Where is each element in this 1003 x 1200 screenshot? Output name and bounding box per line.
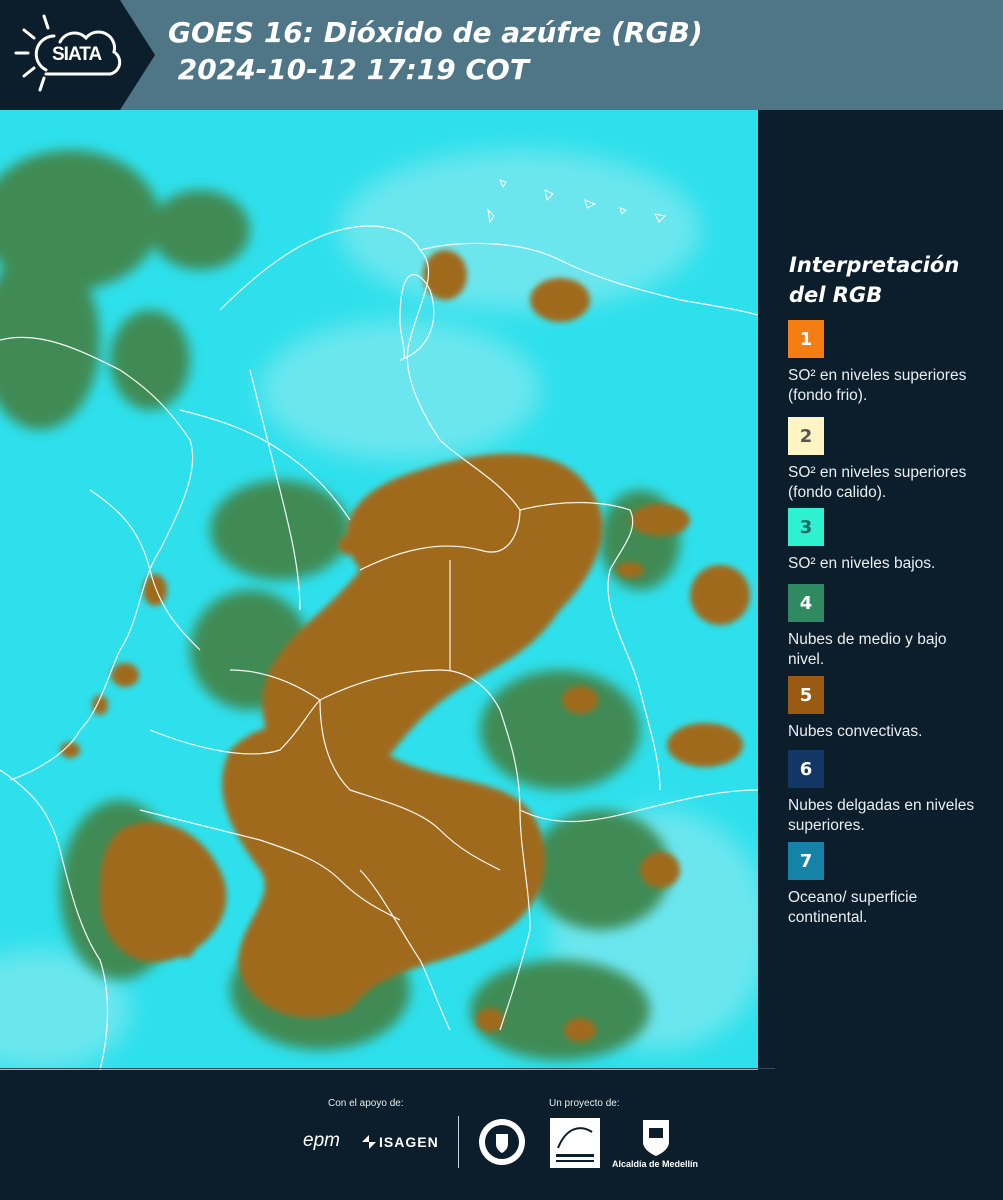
medellin-seal-icon[interactable] xyxy=(478,1118,526,1166)
legend-swatch-7: 7 xyxy=(788,842,824,880)
legend-item-2: 2 SO² en niveles superiores (fondo calid… xyxy=(788,417,978,507)
legend-label-2: SO² en niveles superiores (fondo calido)… xyxy=(788,464,967,501)
legend-item-3: 3 SO² en niveles bajos. xyxy=(788,508,978,574)
legend-label-6: Nubes delgadas en niveles superiores. xyxy=(788,797,975,834)
support-label: Con el apoyo de: xyxy=(328,1098,404,1109)
legend-label-4: Nubes de medio y bajo nivel. xyxy=(788,631,947,668)
title-line-2: 2024-10-12 17:19 COT xyxy=(168,53,529,86)
legend-label-7: Oceano/ superficie continental. xyxy=(788,889,918,926)
alcaldia-shield-icon[interactable] xyxy=(641,1118,671,1158)
logo-text: SIATA xyxy=(52,44,102,65)
footer: Con el apoyo de: Un proyecto de: epm ISA… xyxy=(0,1070,1003,1200)
legend-item-6: 6 Nubes delgadas en niveles superiores. xyxy=(788,750,978,836)
legend-label-3: SO² en niveles bajos. xyxy=(788,555,936,572)
page-title: GOES 16: Dióxido de azúfre (RGB) 2024-10… xyxy=(168,14,703,88)
legend-title: Interpretación del RGB xyxy=(789,253,960,307)
legend-swatch-4: 4 xyxy=(788,584,824,622)
legend-swatch-5: 5 xyxy=(788,676,824,714)
legend-label-5: Nubes convectivas. xyxy=(788,723,923,740)
isagen-mark-icon xyxy=(362,1135,376,1149)
legend-swatch-6: 6 xyxy=(788,750,824,788)
legend-item-5: 5 Nubes convectivas. xyxy=(788,676,978,742)
legend-item-4: 4 Nubes de medio y bajo nivel. xyxy=(788,584,978,670)
legend-swatch-1: 1 xyxy=(788,320,824,358)
legend-label-1: SO² en niveles superiores (fondo frio). xyxy=(788,367,967,404)
legend-item-7: 7 Oceano/ superficie continental. xyxy=(788,842,978,928)
footer-separator xyxy=(458,1116,459,1168)
satellite-image xyxy=(0,110,758,1070)
legend-swatch-2: 2 xyxy=(788,417,824,455)
legend-panel: Interpretación del RGB 1 SO² en niveles … xyxy=(760,110,1003,1070)
footer-divider xyxy=(0,1068,775,1069)
project-label: Un proyecto de: xyxy=(549,1098,620,1109)
satellite-map[interactable] xyxy=(0,110,758,1070)
title-line-1: GOES 16: Dióxido de azúfre (RGB) xyxy=(168,16,703,49)
alcaldia-label: Alcaldía de Medellín xyxy=(612,1159,699,1169)
isagen-logo[interactable]: ISAGEN xyxy=(379,1134,439,1150)
area-metropolitana-logo-icon[interactable] xyxy=(550,1118,600,1168)
legend-swatch-3: 3 xyxy=(788,508,824,546)
epm-logo[interactable]: epm xyxy=(303,1130,340,1152)
header-bar: SIATA GOES 16: Dióxido de azúfre (RGB) 2… xyxy=(0,0,1003,110)
legend-item-1: 1 SO² en niveles superiores (fondo frio)… xyxy=(788,320,978,406)
